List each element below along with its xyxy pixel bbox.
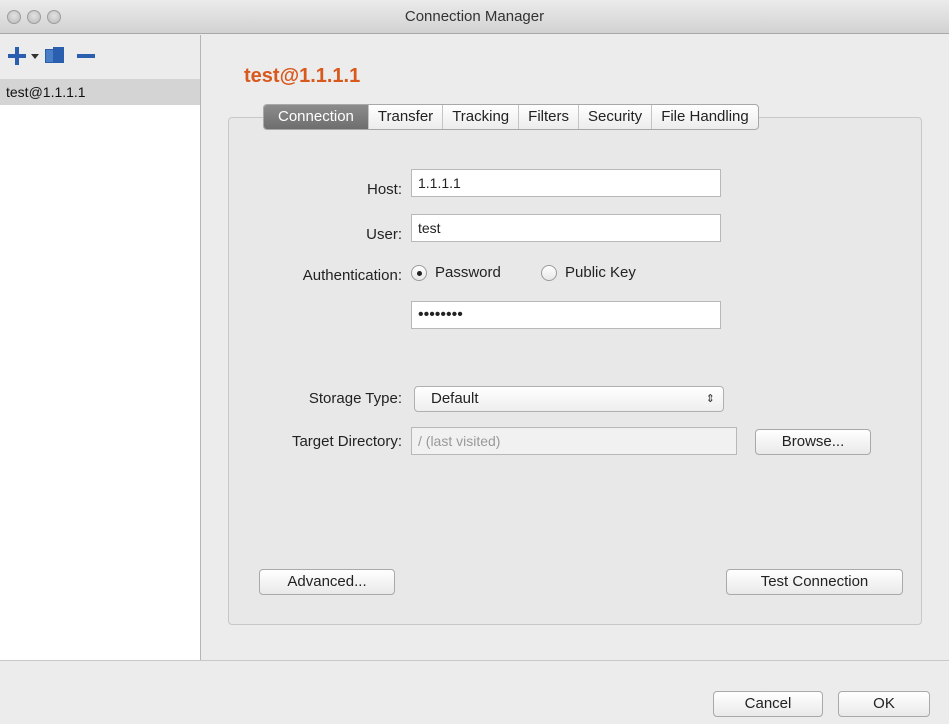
dialog-footer: Cancel OK: [0, 660, 949, 724]
storage-type-label: Storage Type:: [308, 390, 402, 407]
storage-type-value: Default: [431, 390, 479, 407]
user-label: User:: [366, 226, 402, 243]
storage-type-select[interactable]: Default ⇕: [414, 386, 724, 412]
tab-tracking[interactable]: Tracking: [443, 105, 520, 129]
test-connection-button[interactable]: Test Connection: [726, 569, 903, 595]
public-key-radio[interactable]: Public Key: [541, 264, 636, 281]
connection-title: test@1.1.1.1: [244, 65, 361, 87]
plus-icon[interactable]: [8, 47, 26, 65]
cancel-button[interactable]: Cancel: [713, 691, 823, 717]
updown-arrows-icon: ⇕: [705, 393, 715, 405]
ok-button[interactable]: OK: [838, 691, 930, 717]
target-directory-label: Target Directory:: [291, 433, 402, 450]
public-key-radio-label: Public Key: [565, 264, 636, 281]
zoom-window-button[interactable]: [47, 10, 61, 24]
connection-settings-panel: test@1.1.1.1 Connection Transfer Trackin…: [202, 35, 949, 660]
caret-down-icon[interactable]: [31, 54, 39, 59]
minimize-window-button[interactable]: [27, 10, 41, 24]
target-directory-input[interactable]: [411, 427, 737, 455]
host-label: Host:: [366, 181, 402, 198]
tab-filters[interactable]: Filters: [519, 105, 579, 129]
window-title: Connection Manager: [404, 8, 545, 25]
settings-tabs: Connection Transfer Tracking Filters Sec…: [263, 104, 759, 130]
connection-list-item[interactable]: test@1.1.1.1: [0, 79, 200, 105]
browse-button[interactable]: Browse...: [755, 429, 871, 455]
radio-unchecked-icon: [541, 264, 557, 281]
connection-sidebar: test@1.1.1.1: [0, 35, 201, 660]
window-titlebar: Connection Manager: [0, 0, 949, 34]
sidebar-toolbar: [0, 35, 200, 79]
duplicate-icon[interactable]: [45, 47, 65, 65]
advanced-button[interactable]: Advanced...: [259, 569, 395, 595]
tab-connection[interactable]: Connection: [264, 105, 369, 129]
tab-transfer[interactable]: Transfer: [369, 105, 444, 129]
authentication-label: Authentication:: [302, 267, 402, 284]
password-radio[interactable]: Password: [411, 264, 501, 281]
tab-file-handling[interactable]: File Handling: [652, 105, 758, 129]
connection-list: test@1.1.1.1: [0, 79, 200, 660]
minus-icon[interactable]: [77, 54, 95, 58]
password-radio-label: Password: [435, 264, 501, 281]
tab-security[interactable]: Security: [579, 105, 653, 129]
host-input[interactable]: [411, 169, 721, 197]
password-input[interactable]: ••••••••: [411, 301, 721, 329]
radio-checked-icon: [411, 264, 427, 281]
user-input[interactable]: [411, 214, 721, 242]
close-window-button[interactable]: [7, 10, 21, 24]
